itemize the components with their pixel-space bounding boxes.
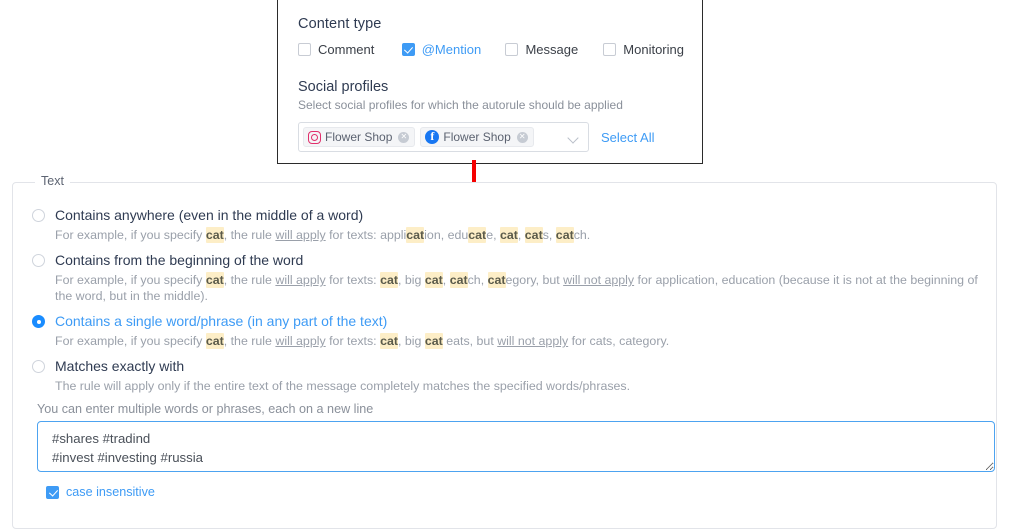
underlined-phrase: will not apply [497,334,569,348]
desc-text: ch. [573,228,591,242]
case-insensitive-checkbox[interactable]: case insensitive [46,485,982,499]
message-label: Message [525,42,579,57]
highlighted-keyword: cat [205,272,224,288]
highlighted-keyword: cat [487,272,506,288]
desc-text: ch, [467,273,488,287]
radio-contains-beginning[interactable] [32,254,45,267]
radio-option-contains-anywhere[interactable]: Contains anywhere (even in the middle of… [27,205,982,225]
highlighted-keyword: cat [205,227,224,243]
radio-contains-anywhere[interactable] [32,209,45,222]
checkbox-message[interactable]: Message [505,42,603,57]
highlighted-keyword: cat [380,333,398,349]
page-root: Content type Comment @Mention Message Mo… [0,0,1010,530]
text-section-legend: Text [35,174,70,188]
remove-tag-icon[interactable]: ✕ [398,131,410,143]
social-profiles-title: Social profiles [298,79,389,95]
highlighted-keyword: cat [380,272,398,288]
facebook-icon: f [425,130,440,144]
highlighted-keyword: cat [499,227,518,243]
underlined-phrase: will apply [275,228,326,242]
highlighted-keyword: cat [468,227,487,243]
desc-text: , big [398,273,425,287]
radio-label: Contains from the beginning of the word [55,252,304,268]
tag-label: Flower Shop [325,130,393,144]
checkbox-comment[interactable]: Comment [298,42,402,57]
tag-instagram-flower-shop[interactable]: Flower Shop ✕ [303,127,416,147]
text-section: Text Contains anywhere (even in the midd… [12,174,997,529]
monitoring-label: Monitoring [623,42,684,57]
monitoring-checkbox-box[interactable] [603,43,617,56]
desc-text: e, [486,228,500,242]
highlighted-keyword: cat [524,227,543,243]
underlined-phrase: will not apply [563,273,635,287]
textarea-hint: You can enter multiple words or phrases,… [37,402,374,416]
desc-text: For example, if you specify [55,273,206,287]
desc-text: For example, if you specify [55,334,206,348]
highlighted-keyword: cat [449,272,468,288]
desc-contains-single-word: For example, if you specify cat, the rul… [55,333,982,349]
radio-label: Matches exactly with [55,358,185,374]
checkbox-monitoring[interactable]: Monitoring [603,42,684,57]
select-all-link[interactable]: Select All [601,130,654,145]
checkbox-mention[interactable]: @Mention [401,42,506,57]
social-profiles-row: Flower Shop ✕ f Flower Shop ✕ Select All [298,122,684,152]
desc-contains-anywhere: For example, if you specify cat, the rul… [55,227,982,243]
desc-text: , big [398,334,425,348]
desc-text: for texts: appli [325,228,407,242]
mention-checkbox-box[interactable] [401,43,415,56]
desc-text: The rule will apply only if the entire t… [55,379,631,393]
desc-text: , [442,273,450,287]
desc-text: , the rule [223,334,276,348]
message-checkbox-box[interactable] [505,43,519,56]
highlighted-keyword: cat [205,333,224,349]
radio-option-contains-single-word[interactable]: Contains a single word/phrase (in any pa… [27,311,982,331]
radio-option-matches-exactly[interactable]: Matches exactly with [27,356,982,376]
desc-text: s, [542,228,556,242]
desc-text: for texts: [325,273,381,287]
underlined-phrase: will apply [275,273,326,287]
desc-text: , the rule [223,228,276,242]
highlighted-keyword: cat [406,227,425,243]
textarea-wrapper [27,421,995,472]
desc-matches-exactly: The rule will apply only if the entire t… [55,378,982,394]
desc-text: for texts: [325,334,381,348]
comment-label: Comment [318,42,375,57]
desc-text: eats, but [442,334,498,348]
desc-text: , [517,228,525,242]
tag-label: Flower Shop [443,130,511,144]
content-type-panel: Content type Comment @Mention Message Mo… [277,0,703,164]
tag-facebook-flower-shop[interactable]: f Flower Shop ✕ [420,127,534,147]
comment-checkbox-box[interactable] [298,43,311,56]
highlighted-keyword: cat [424,272,443,288]
content-type-options: Comment @Mention Message Monitoring [298,42,684,57]
underlined-phrase: will apply [275,334,326,348]
chevron-down-icon[interactable] [567,132,579,144]
remove-tag-icon[interactable]: ✕ [516,131,528,143]
case-insensitive-box[interactable] [46,485,59,499]
desc-text: egory, but [505,273,564,287]
desc-contains-beginning: For example, if you specify cat, the rul… [55,272,982,304]
radio-contains-single-word[interactable] [32,315,45,328]
radio-label: Contains anywhere (even in the middle of… [55,207,364,223]
social-profiles-subtitle: Select social profiles for which the aut… [298,98,623,112]
desc-text: , the rule [223,273,276,287]
desc-text: ion, edu [424,228,469,242]
radio-label: Contains a single word/phrase (in any pa… [55,313,388,329]
desc-text: For example, if you specify [55,228,206,242]
content-type-title: Content type [298,16,382,32]
instagram-icon [308,130,321,144]
keywords-textarea[interactable] [37,421,995,472]
highlighted-keyword: cat [424,333,443,349]
text-section-body: Contains anywhere (even in the middle of… [13,183,996,499]
radio-matches-exactly[interactable] [32,360,45,373]
desc-text: for cats, category. [568,334,670,348]
social-profiles-select[interactable]: Flower Shop ✕ f Flower Shop ✕ [298,122,589,152]
case-insensitive-label: case insensitive [66,485,155,499]
highlighted-keyword: cat [555,227,574,243]
mention-label: @Mention [421,42,482,57]
radio-option-contains-beginning[interactable]: Contains from the beginning of the word [27,250,982,270]
